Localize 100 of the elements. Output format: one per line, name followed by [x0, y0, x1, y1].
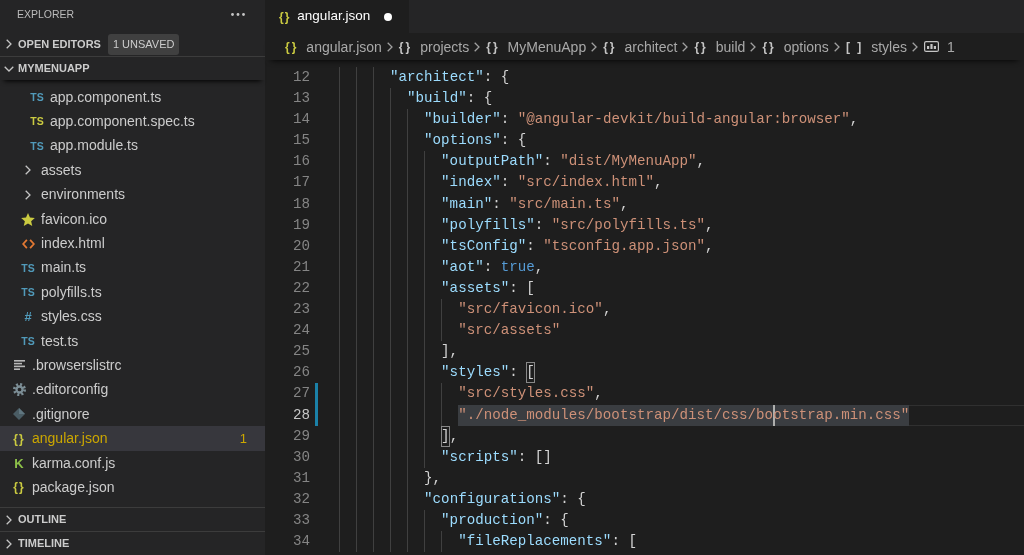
braces-icon: {} — [285, 40, 299, 53]
code-line: "assets": [ — [441, 278, 535, 298]
file-item[interactable]: # styles.css — [0, 304, 265, 329]
line-number: 20 — [291, 236, 310, 256]
line-number: 15 — [291, 131, 310, 151]
breadcrumb-item[interactable]: {} projects — [398, 36, 470, 57]
line-number: 28 — [291, 405, 310, 425]
code-line: ], — [441, 425, 459, 447]
line-number: 16 — [291, 152, 310, 172]
line-number: 33 — [291, 510, 310, 530]
gear-icon — [12, 383, 26, 397]
code-line: "src/styles.css", — [458, 384, 603, 404]
file-item[interactable]: TS test.ts — [0, 328, 265, 354]
string-symbol-icon — [924, 41, 939, 52]
code-line: "outputPath": "dist/MyMenuApp", — [441, 152, 706, 172]
code-line: "src/assets" — [458, 321, 561, 341]
breadcrumb-item[interactable]: {} angular.json — [285, 36, 382, 57]
hash-icon: # — [24, 310, 32, 324]
editor-tab[interactable]: {} angular.json — [265, 0, 410, 33]
line-number: 14 — [291, 110, 310, 130]
file-item[interactable]: TS main.ts — [0, 255, 265, 281]
file-item[interactable]: .gitignore — [0, 402, 265, 427]
folder-item[interactable]: environments — [0, 182, 265, 207]
braces-icon: {} — [398, 40, 413, 53]
line-number: 17 — [291, 173, 310, 193]
code-line: "aot": true, — [441, 257, 544, 277]
chevron-right-icon — [591, 41, 598, 52]
section-header[interactable]: MYMENUAPP — [0, 56, 265, 80]
code-line: "index": "src/index.html", — [441, 173, 663, 193]
code-line: "polyfills": "src/polyfills.ts", — [441, 215, 714, 235]
section-header[interactable]: OPEN EDITORS 1 UNSAVED — [0, 32, 265, 56]
file-item[interactable]: K karma.conf.js — [0, 450, 265, 476]
chevron-right-icon — [750, 41, 757, 52]
code-line: }, — [424, 468, 442, 488]
braces-icon: {} — [13, 432, 25, 445]
ts-letters-icon: TS — [21, 262, 35, 274]
code-line: "scripts": [] — [441, 447, 552, 467]
ts-letters-icon: TS — [30, 91, 44, 103]
file-item[interactable]: TS app.component.spec.ts — [0, 109, 265, 134]
ts-letters-icon: TS — [21, 335, 35, 347]
breadcrumb-item[interactable]: {} MyMenuApp — [486, 36, 587, 57]
code-line: "production": { — [441, 510, 569, 530]
line-number: 31 — [291, 468, 310, 488]
braces-icon: {} — [603, 40, 617, 53]
file-item[interactable]: {} angular.json 1 — [0, 426, 265, 451]
problem-count: 1 — [239, 429, 247, 448]
line-number: 29 — [291, 426, 310, 446]
lines-icon — [13, 360, 25, 371]
file-item[interactable]: TS app.component.ts — [0, 85, 265, 110]
code-line: "configurations": { — [424, 489, 586, 509]
braces-icon: {} — [762, 40, 776, 53]
angle-brackets-icon — [21, 238, 35, 249]
file-item[interactable]: TS app.module.ts — [0, 133, 265, 159]
breadcrumb-item[interactable]: {} architect — [603, 36, 678, 57]
file-item[interactable]: favicon.ico — [0, 206, 265, 232]
ts-letters-icon: TS — [30, 116, 44, 127]
line-number: 34 — [291, 532, 310, 552]
line-number: 30 — [291, 447, 310, 467]
breadcrumb-item[interactable]: [ ] styles — [845, 36, 907, 57]
code-line: "tsConfig": "tsconfig.app.json", — [441, 236, 714, 256]
file-item[interactable]: .browserslistrc — [0, 353, 265, 378]
chevron-right-icon — [912, 41, 918, 52]
line-number: 19 — [291, 215, 310, 235]
k-letter-icon: K — [14, 456, 24, 470]
chevron-right-icon — [386, 41, 393, 52]
line-number: 26 — [291, 363, 310, 383]
braces-icon: {} — [694, 40, 708, 53]
file-item[interactable]: index.html — [0, 231, 265, 256]
star-icon — [21, 212, 35, 226]
diamond-icon — [13, 408, 25, 421]
line-number: 23 — [291, 300, 310, 320]
chevron-right-icon — [682, 41, 689, 52]
code-line: "options": { — [424, 131, 527, 151]
line-number: 24 — [291, 321, 310, 341]
line-number: 22 — [291, 278, 310, 298]
breadcrumb-item[interactable]: {} build — [694, 36, 746, 57]
section-header[interactable]: TIMELINE — [0, 531, 265, 555]
line-number: 27 — [291, 384, 310, 404]
chevron-right-icon — [474, 41, 481, 52]
line-number: 13 — [291, 89, 310, 109]
code-line: "main": "src/main.ts", — [441, 194, 629, 214]
folder-item[interactable]: assets — [0, 158, 265, 183]
file-item[interactable]: TS polyfills.ts — [0, 280, 265, 305]
line-number: 25 — [291, 342, 310, 362]
breadcrumb-item[interactable]: 1 — [924, 36, 955, 57]
code-line: "styles": [ — [441, 362, 535, 384]
code-line: "fileReplacements": [ — [458, 532, 637, 552]
line-number: 21 — [291, 257, 310, 277]
unsaved-count: 1 UNSAVED — [107, 33, 180, 55]
line-number: 18 — [291, 194, 310, 214]
breadcrumb-item[interactable]: {} options — [762, 36, 829, 57]
panel-title: EXPLORER — [17, 7, 75, 22]
braces-icon: {} — [13, 481, 25, 494]
section-header[interactable]: OUTLINE — [0, 507, 265, 531]
file-item[interactable]: {} package.json — [0, 475, 265, 500]
more-icon[interactable] — [231, 13, 245, 16]
ts-letters-icon: TS — [21, 287, 35, 298]
file-item[interactable]: .editorconfig — [0, 377, 265, 403]
braces-icon: {} — [486, 40, 500, 53]
code-line: "build": { — [407, 89, 493, 109]
